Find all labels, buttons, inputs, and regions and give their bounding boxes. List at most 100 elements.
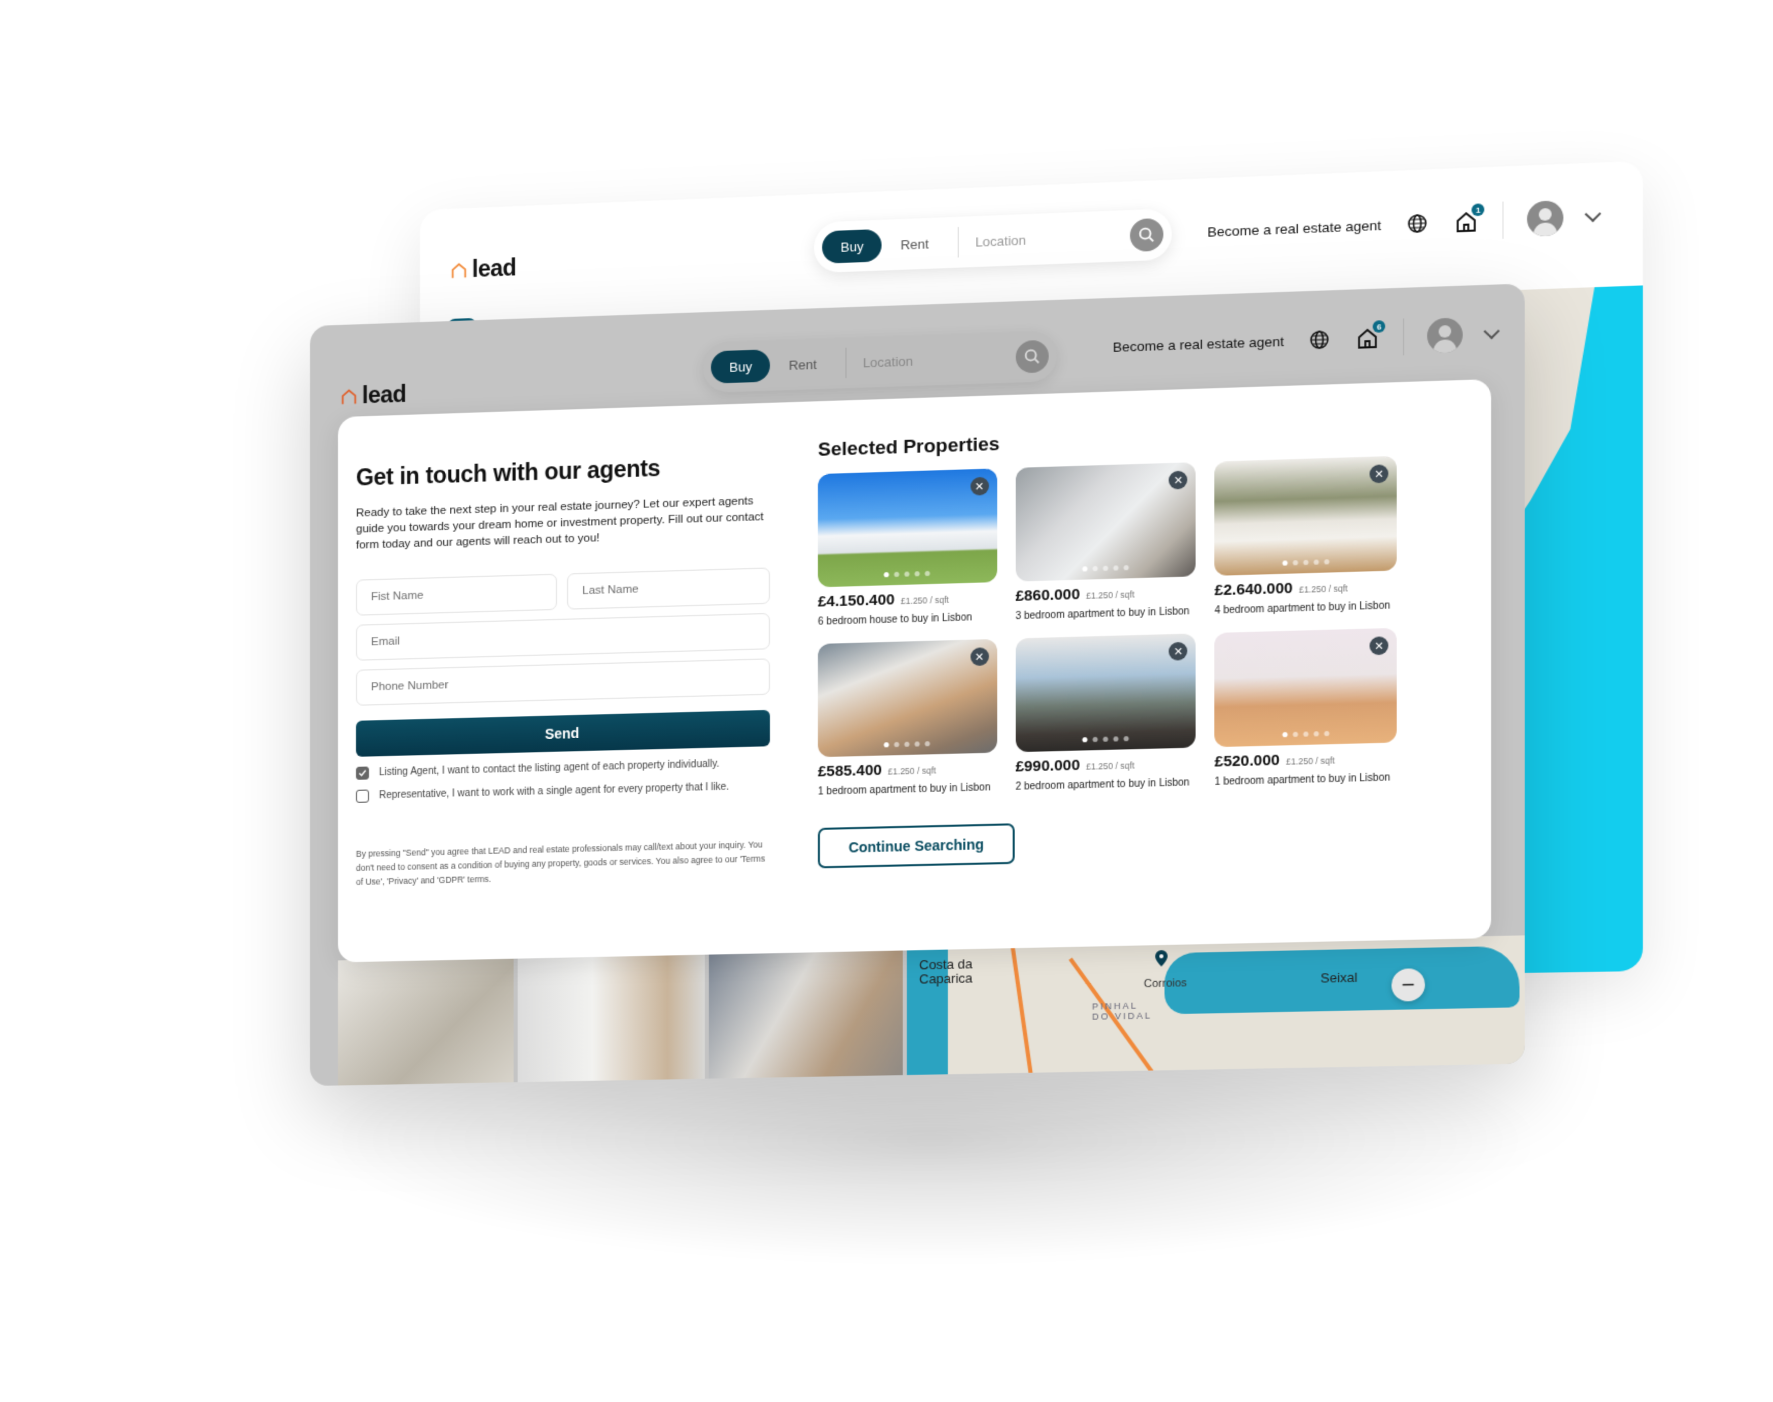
saved-homes-button[interactable]: 1 xyxy=(1454,203,1485,235)
property-photo[interactable]: ✕ xyxy=(817,638,997,758)
photo-carousel-dots[interactable] xyxy=(1082,736,1129,743)
form-title: Get in touch with our agents xyxy=(355,454,661,491)
header-nav: Become a real estate agent 6 xyxy=(1113,315,1500,365)
phone-field[interactable] xyxy=(355,658,770,706)
property-price: £2.640.000 xyxy=(1214,579,1293,600)
remove-property-button[interactable]: ✕ xyxy=(1369,464,1389,484)
contact-modal: Get in touch with our agents Ready to ta… xyxy=(337,379,1492,963)
saved-count-badge: 6 xyxy=(1372,320,1386,333)
continue-searching-button[interactable]: Continue Searching xyxy=(817,823,1015,869)
divider xyxy=(1502,201,1504,239)
tab-rent[interactable]: Rent xyxy=(770,347,835,382)
listing-photo[interactable] xyxy=(337,956,514,1086)
property-photo[interactable]: ✕ xyxy=(1214,455,1397,576)
map-pin-icon[interactable] xyxy=(1154,949,1169,968)
divider xyxy=(957,226,959,258)
tab-buy[interactable]: Buy xyxy=(822,228,882,264)
property-price: £520.000 xyxy=(1214,751,1280,771)
photo-carousel-dots[interactable] xyxy=(884,741,931,748)
representative-option[interactable]: Representative, I want to work with a si… xyxy=(355,780,770,803)
logo[interactable]: lead xyxy=(340,381,406,410)
map-label: PINHAL DO VIDAL xyxy=(1092,1000,1153,1022)
divider xyxy=(1403,318,1405,356)
avatar[interactable] xyxy=(1427,317,1463,354)
saved-count-badge: 1 xyxy=(1471,203,1485,217)
globe-icon xyxy=(1309,329,1330,350)
listing-agent-label: Listing Agent, I want to contact the lis… xyxy=(379,758,720,779)
logo[interactable]: lead xyxy=(450,254,516,284)
remove-property-button[interactable]: ✕ xyxy=(1168,470,1188,490)
send-button[interactable]: Send xyxy=(355,709,770,757)
search-button[interactable] xyxy=(1129,217,1164,252)
contact-form: Get in touch with our agents Ready to ta… xyxy=(355,451,770,897)
property-card[interactable]: ✕ £520.000 £1.250 / sqft 1 bedroom apartm… xyxy=(1214,627,1397,790)
representative-label: Representative, I want to work with a si… xyxy=(379,781,730,802)
property-description: 3 bedroom apartment to buy in Lisbon xyxy=(1015,606,1190,623)
bottom-map[interactable]: Costa da Caparica Corroios PINHAL DO VID… xyxy=(906,935,1525,1081)
property-price: £585.400 xyxy=(817,761,882,781)
selected-properties: Selected Properties ✕ £4.150.400 £1.250 /… xyxy=(817,421,1397,869)
logo-house-icon xyxy=(341,388,356,404)
listing-photo[interactable] xyxy=(708,948,903,1084)
search-bar: Buy Rent Location xyxy=(813,208,1172,274)
property-price-per-sqft: £1.250 / sqft xyxy=(887,765,936,777)
map-label: Seixal xyxy=(1320,969,1358,986)
property-description: 2 bedroom apartment to buy in Lisbon xyxy=(1015,777,1190,793)
email-field[interactable] xyxy=(355,612,770,661)
photo-carousel-dots[interactable] xyxy=(1282,730,1329,738)
property-photo[interactable]: ✕ xyxy=(1015,462,1196,582)
search-bar: Buy Rent Location xyxy=(702,330,1057,393)
tab-buy[interactable]: Buy xyxy=(710,349,771,384)
photo-carousel-dots[interactable] xyxy=(884,570,931,578)
property-description: 1 bedroom apartment to buy in Lisbon xyxy=(1214,772,1391,788)
chevron-down-icon[interactable] xyxy=(1584,205,1602,222)
listing-agent-option[interactable]: Listing Agent, I want to contact the lis… xyxy=(355,756,770,780)
avatar[interactable] xyxy=(1527,200,1564,237)
photo-carousel-dots[interactable] xyxy=(1282,559,1329,566)
search-button[interactable] xyxy=(1015,339,1049,374)
tab-rent[interactable]: Rent xyxy=(882,226,947,261)
language-button[interactable] xyxy=(1405,211,1430,237)
divider xyxy=(845,347,847,379)
location-input[interactable]: Location xyxy=(857,350,1016,371)
property-description: 6 bedroom house to buy in Lisbon xyxy=(817,612,973,628)
checkmark-icon xyxy=(358,769,366,776)
map-label: Costa da Caparica xyxy=(919,956,973,987)
become-agent-link[interactable]: Become a real estate agent xyxy=(1113,333,1284,354)
property-price: £860.000 xyxy=(1015,585,1080,605)
chevron-down-icon[interactable] xyxy=(1483,322,1500,339)
first-name-field[interactable] xyxy=(355,573,557,616)
remove-property-button[interactable]: ✕ xyxy=(1168,641,1188,661)
property-price: £990.000 xyxy=(1015,756,1080,776)
become-agent-link[interactable]: Become a real estate agent xyxy=(1207,217,1381,239)
listing-photo[interactable] xyxy=(517,952,705,1086)
remove-property-button[interactable]: ✕ xyxy=(970,647,989,667)
globe-icon xyxy=(1407,213,1428,234)
property-price-per-sqft: £1.250 / sqft xyxy=(1086,760,1135,772)
saved-homes-button[interactable]: 6 xyxy=(1355,320,1386,350)
photo-carousel-dots[interactable] xyxy=(1082,565,1129,572)
property-photo[interactable]: ✕ xyxy=(817,468,997,588)
property-price-per-sqft: £1.250 / sqft xyxy=(1285,755,1335,767)
property-card[interactable]: ✕ £2.640.000 £1.250 / sqft 4 bedroom apar… xyxy=(1214,455,1397,619)
property-card[interactable]: ✕ £990.000 £1.250 / sqft 2 bedroom apartm… xyxy=(1015,633,1196,794)
property-card[interactable]: ✕ £585.400 £1.250 / sqft 1 bedroom apartm… xyxy=(817,638,997,800)
property-photo[interactable]: ✕ xyxy=(1214,627,1397,748)
representative-checkbox[interactable] xyxy=(355,789,369,803)
location-input[interactable]: Location xyxy=(969,228,1130,250)
property-price: £4.150.400 xyxy=(817,591,895,611)
remove-property-button[interactable]: ✕ xyxy=(970,476,989,496)
listing-agent-checkbox[interactable] xyxy=(355,766,369,780)
map-road xyxy=(1010,946,1034,1078)
property-description: 4 bedroom apartment to buy in Lisbon xyxy=(1214,600,1391,617)
language-button[interactable] xyxy=(1307,327,1332,352)
property-photo[interactable]: ✕ xyxy=(1015,633,1196,753)
property-description: 1 bedroom apartment to buy in Lisbon xyxy=(817,782,991,798)
property-card[interactable]: ✕ £860.000 £1.250 / sqft 3 bedroom apartm… xyxy=(1015,462,1196,624)
map-label: Corroios xyxy=(1143,977,1187,991)
disclaimer-text: By pressing "Send" you agree that LEAD a… xyxy=(355,839,766,887)
last-name-field[interactable] xyxy=(567,567,770,610)
selected-properties-title: Selected Properties xyxy=(817,433,1000,461)
property-card[interactable]: ✕ £4.150.400 £1.250 / sqft 6 bedroom hous… xyxy=(817,468,997,629)
remove-property-button[interactable]: ✕ xyxy=(1369,636,1389,656)
